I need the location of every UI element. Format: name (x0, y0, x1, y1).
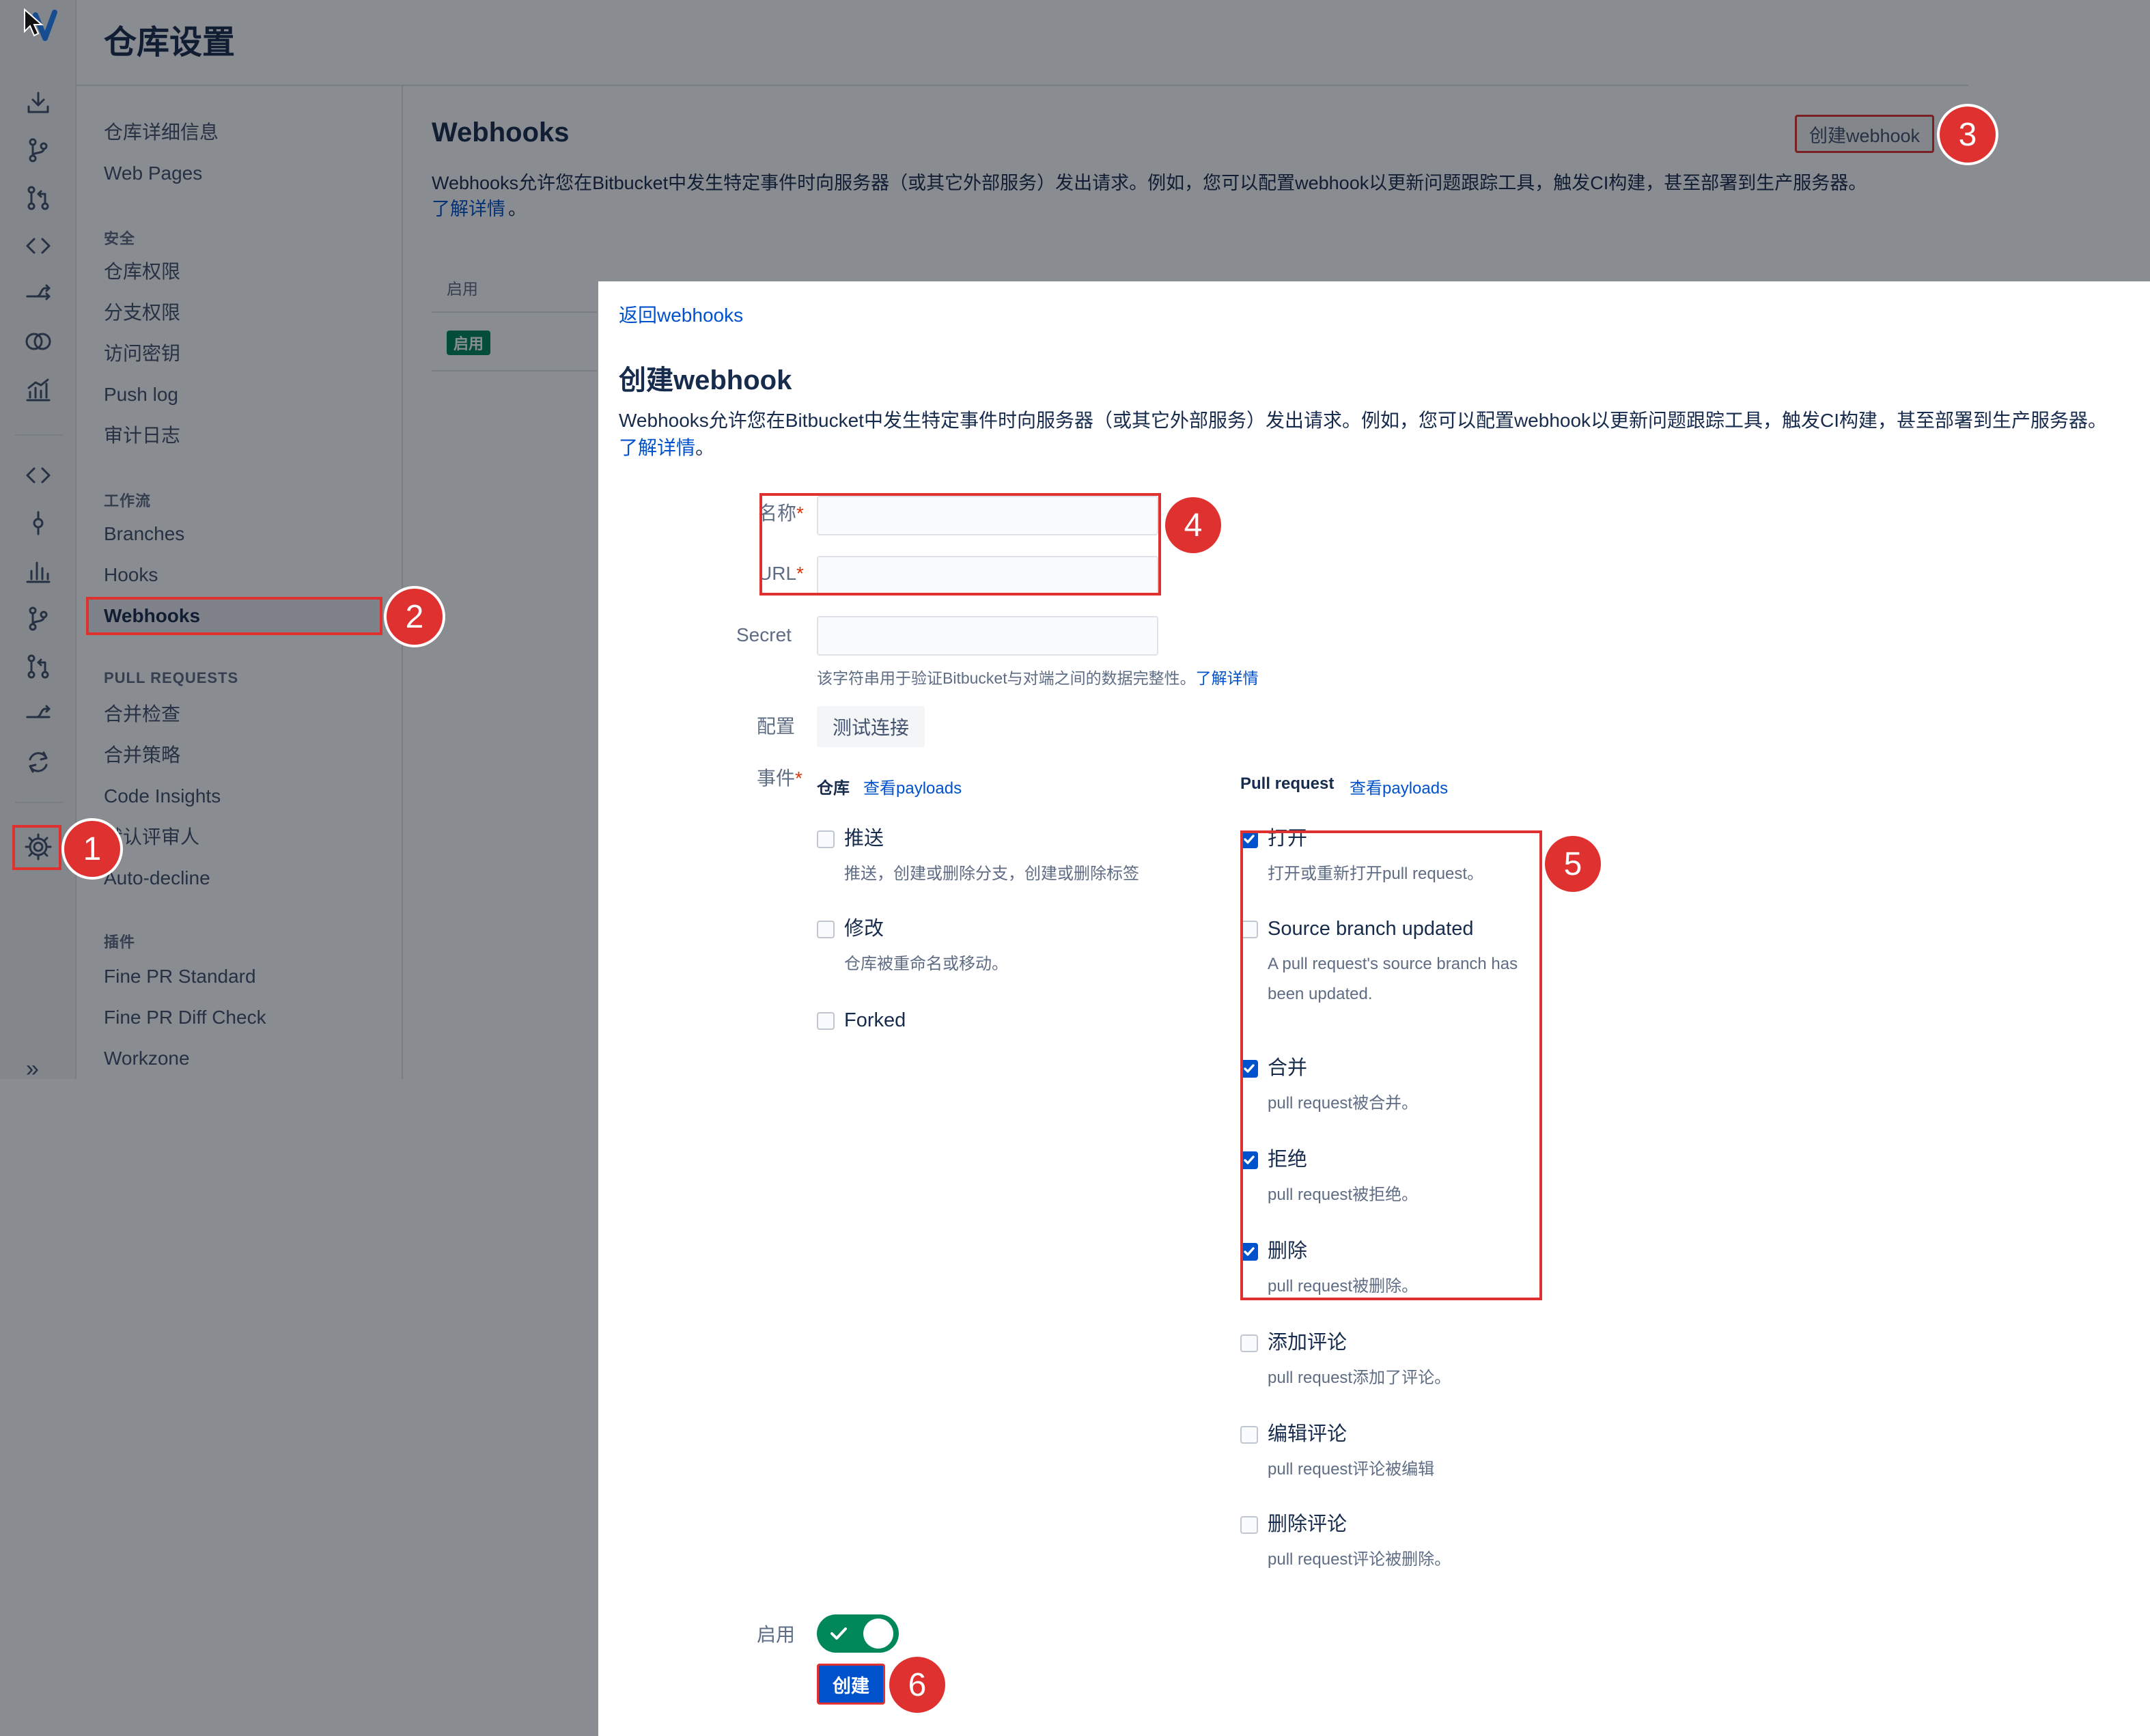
repo-payloads-link[interactable]: 查看payloads (863, 774, 962, 798)
repo-events-title: 仓库 (817, 779, 850, 798)
back-to-webhooks-link[interactable]: 返回webhooks (619, 300, 743, 328)
step-badge: 4 (1165, 497, 1221, 553)
step-badge: 1 (64, 821, 120, 877)
secret-label: Secret (736, 624, 792, 645)
enable-label: 启用 (757, 1624, 796, 1645)
secret-help-text: 该字符串用于验证Bitbucket与对端之间的数据完整性。了解详情 (817, 665, 1259, 688)
events-label-text: 事件 (757, 768, 796, 789)
dialog-description: Webhooks允许您在Bitbucket中发生特定事件时向服务器（或其它外部服… (619, 410, 2108, 431)
event-checkbox[interactable] (817, 1012, 835, 1030)
test-connection-button[interactable]: 测试连接 (817, 706, 925, 747)
highlight-box (12, 825, 61, 870)
pr-payloads-link[interactable]: 查看payloads (1350, 774, 1448, 798)
highlight-box (86, 597, 382, 635)
event-desc: 仓库被重命名或移动。 (844, 955, 1008, 973)
event-desc: pull request添加了评论。 (1268, 1369, 1451, 1387)
event-desc: pull request评论被删除。 (1268, 1550, 1451, 1569)
event-checkbox[interactable] (1240, 1334, 1258, 1352)
event-label: 修改 (844, 918, 884, 940)
step-badge: 5 (1545, 836, 1601, 892)
event-label: 推送 (844, 828, 884, 850)
config-label: 配置 (757, 716, 796, 737)
event-desc: pull request评论被编辑 (1268, 1460, 1435, 1479)
dialog-title: 创建webhook (619, 365, 792, 395)
event-checkbox[interactable] (1240, 1426, 1258, 1444)
enable-toggle[interactable] (817, 1614, 899, 1653)
required-mark: * (795, 768, 802, 789)
event-checkbox[interactable] (817, 921, 835, 938)
event-checkbox[interactable] (1240, 1516, 1258, 1534)
event-label: 删除评论 (1268, 1513, 1348, 1535)
secret-learn-more-link[interactable]: 了解详情 (1196, 669, 1259, 687)
event-label: Forked (844, 1009, 906, 1031)
mouse-cursor-icon (24, 8, 44, 37)
step-badge: 6 (889, 1657, 945, 1713)
toggle-knob (863, 1619, 893, 1649)
event-label: 编辑评论 (1268, 1423, 1348, 1445)
dialog-learn-more-link[interactable]: 了解详情 (619, 434, 695, 462)
highlight-box (1240, 830, 1542, 1300)
event-desc: 推送，创建或删除分支，创建或删除标签 (844, 865, 1139, 883)
pr-events-title: Pull request (1240, 774, 1335, 793)
events-label: 事件* (757, 765, 802, 792)
step-badge: 3 (1940, 107, 1996, 163)
event-checkbox[interactable] (817, 830, 835, 848)
step-badge: 2 (387, 589, 443, 645)
event-label: 添加评论 (1268, 1332, 1348, 1354)
secret-input[interactable] (817, 616, 1158, 656)
secret-help-desc: 该字符串用于验证Bitbucket与对端之间的数据完整性。 (817, 669, 1196, 687)
highlight-box (759, 493, 1161, 596)
check-icon (830, 1627, 847, 1640)
dialog-learn-more-tail: 。 (695, 437, 715, 458)
create-button[interactable]: 创建 (817, 1664, 885, 1705)
